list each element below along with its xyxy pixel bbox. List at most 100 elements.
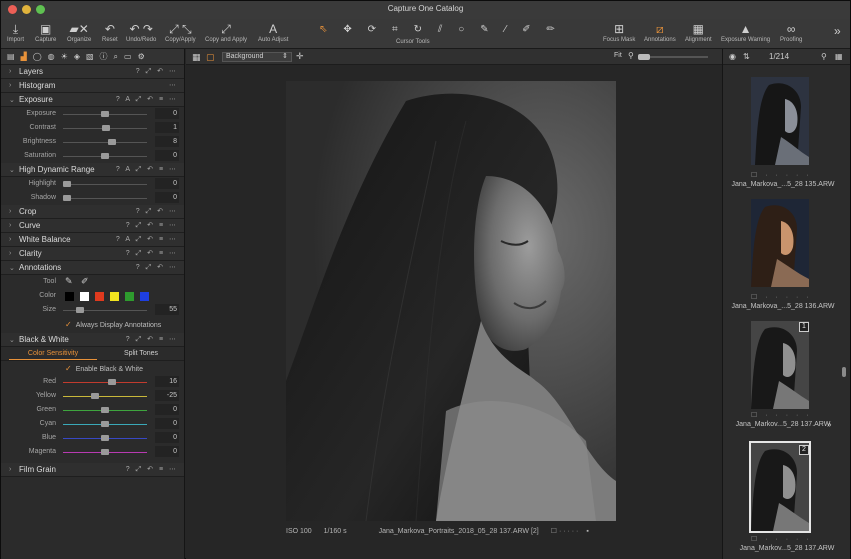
layer-select[interactable]: Background ⇕ <box>222 52 292 62</box>
main-photo[interactable] <box>286 81 616 521</box>
adjustments-tab-icon[interactable]: ▟ <box>21 52 27 61</box>
slider-handle[interactable] <box>63 195 72 201</box>
alignment-button[interactable]: ▦ Alignment <box>685 21 712 43</box>
chevron-right-icon[interactable]: » <box>827 420 831 429</box>
grid-view-icon[interactable]: ▦ <box>192 52 201 63</box>
pan-icon[interactable]: ✥ <box>343 24 351 35</box>
slider-track[interactable] <box>63 111 147 117</box>
enable-bw-checkbox[interactable]: ✓ Enable Black & White <box>65 364 143 373</box>
slider-track[interactable] <box>63 195 147 201</box>
focus-mask-button[interactable]: ⊞ Focus Mask <box>603 21 635 43</box>
slider-handle[interactable] <box>101 449 109 455</box>
curve-section-header[interactable]: › Curve? ⤢ ↶ ≡ ⋯ <box>1 219 184 233</box>
reset-button[interactable]: ↶ Reset <box>102 21 118 43</box>
rating-stars[interactable]: ☐ · · · · · <box>751 171 831 179</box>
details-tab-icon[interactable]: ◈ <box>74 52 80 61</box>
copy-and-apply-button[interactable]: ⤢ Copy and Apply <box>205 21 247 43</box>
slider-handle[interactable] <box>101 407 109 413</box>
black-white-section-header[interactable]: ⌄ Black & White? ⤢ ↶ ≡ ⋯ <box>1 333 184 347</box>
slider-track[interactable] <box>63 181 147 187</box>
slider-value[interactable]: 1 <box>155 122 179 133</box>
hdr-section-header[interactable]: ⌄ High Dynamic Range? A ⤢ ↶ ≡ ⋯ <box>1 163 184 177</box>
slider-value[interactable]: 0 <box>155 404 179 415</box>
color-tag-icon[interactable]: ▪ <box>586 528 588 535</box>
brush-icon[interactable]: ✎ <box>480 24 488 35</box>
picker-icon[interactable]: ✐ <box>522 24 530 35</box>
pen-icon[interactable]: ✎ <box>65 276 73 287</box>
always-display-checkbox[interactable]: ✓ Always Display Annotations <box>65 320 161 329</box>
size-value[interactable]: 55 <box>155 304 179 315</box>
color-swatch[interactable] <box>95 292 104 301</box>
color-swatch[interactable] <box>110 292 119 301</box>
rating-stars[interactable]: ☐ · · · · · <box>551 528 579 535</box>
browser-scrollbar[interactable] <box>842 367 846 377</box>
tab-color-sensitivity[interactable]: Color Sensitivity <box>9 347 97 360</box>
slider-value[interactable]: 0 <box>155 108 179 119</box>
undo-redo-button[interactable]: ↶ ↷ Undo/Redo <box>126 21 156 43</box>
capture-button[interactable]: ▣ Capture <box>35 21 56 43</box>
section-tools[interactable]: ? ⤢ ↶ ⋯ <box>136 207 178 216</box>
tab-split-tones[interactable]: Split Tones <box>99 347 183 360</box>
slider-value[interactable]: -25 <box>155 390 179 401</box>
section-tools[interactable]: ? ⤢ ↶ ⋯ <box>136 263 178 272</box>
color-swatch[interactable] <box>80 292 89 301</box>
slider-value[interactable]: 0 <box>155 178 179 189</box>
color-tab-icon[interactable]: ◍ <box>48 52 55 61</box>
slider-value[interactable]: 8 <box>155 136 179 147</box>
section-tools[interactable]: ? ⤢ ↶ ≡ ⋯ <box>126 335 178 344</box>
color-swatch[interactable] <box>125 292 134 301</box>
grid-icon[interactable]: ▦ <box>835 52 843 61</box>
close-button[interactable] <box>8 5 17 14</box>
section-tools[interactable]: ? ⤢ ↶ ≡ ⋯ <box>126 221 178 230</box>
import-button[interactable]: ⤓ Import <box>7 21 24 43</box>
search-tab-icon[interactable]: ⌕ <box>114 52 118 62</box>
output-tab-icon[interactable]: ▭ <box>124 52 132 61</box>
film-grain-section-header[interactable]: › Film Grain? ⤢ ↶ ≡ ⋯ <box>1 463 184 477</box>
clarity-section-header[interactable]: › Clarity? ⤢ ↶ ≡ ⋯ <box>1 247 184 261</box>
slider-value[interactable]: 0 <box>155 418 179 429</box>
annotations-button[interactable]: ⧄ Annotations <box>644 21 676 43</box>
section-tools[interactable]: ⋯ <box>169 81 178 89</box>
section-tools[interactable]: ? ⤢ ↶ ⋯ <box>136 67 178 76</box>
slider-handle[interactable] <box>107 139 116 145</box>
zoom-slider-handle[interactable] <box>638 54 650 60</box>
slider-value[interactable]: 0 <box>155 446 179 457</box>
organize-button[interactable]: ▰✕ Organize <box>67 21 91 43</box>
crop-section-header[interactable]: › Crop? ⤢ ↶ ⋯ <box>1 205 184 219</box>
slider-handle[interactable] <box>101 421 109 427</box>
zoom-button[interactable] <box>36 5 45 14</box>
spot-icon[interactable]: ○ <box>458 24 464 35</box>
keystone-icon[interactable]: ⫽ <box>438 24 442 35</box>
gradient-icon[interactable]: ⁄ <box>505 24 507 35</box>
search-icon[interactable]: ⚲ <box>821 52 827 61</box>
color-swatch[interactable] <box>65 292 74 301</box>
layers-section-header[interactable]: › Layers? ⤢ ↶ ⋯ <box>1 65 184 79</box>
sort-icon[interactable]: ⇅ <box>743 52 750 61</box>
proofing-button[interactable]: ∞ Proofing <box>780 21 802 43</box>
slider-handle[interactable] <box>90 393 99 399</box>
section-tools[interactable]: ? A ⤢ ↶ ≡ ⋯ <box>116 235 178 244</box>
lens-tab-icon[interactable]: ◯ <box>33 52 42 61</box>
auto-adjust-button[interactable]: A Auto Adjust <box>258 21 288 43</box>
slider-handle[interactable] <box>101 435 109 441</box>
slider-handle[interactable] <box>101 125 110 131</box>
crop-icon[interactable]: ⌗ <box>392 24 398 35</box>
exposure-tab-icon[interactable]: ☀ <box>61 52 68 61</box>
zoom-fit-label[interactable]: Fit <box>614 52 622 59</box>
copy-apply-button[interactable]: ⤢ ⤡ Copy/Apply <box>165 21 196 43</box>
size-slider-track[interactable] <box>63 307 147 313</box>
thumbnail-image[interactable] <box>751 321 809 409</box>
slider-value[interactable]: 0 <box>155 432 179 443</box>
frame-view-icon[interactable]: ▢ <box>206 52 215 63</box>
section-tools[interactable]: ? ⤢ ↶ ≡ ⋯ <box>126 249 178 258</box>
library-tab-icon[interactable]: ▤ <box>7 52 15 61</box>
metadata-tab-icon[interactable]: ⓘ <box>100 51 108 62</box>
minimize-button[interactable] <box>22 5 31 14</box>
slider-track[interactable] <box>63 153 147 159</box>
slider-handle[interactable] <box>101 153 109 159</box>
slider-track[interactable] <box>63 435 147 441</box>
histogram-section-header[interactable]: › Histogram ⋯ <box>1 79 184 93</box>
slider-value[interactable]: 16 <box>155 376 179 387</box>
rotate-icon[interactable]: ⟳ <box>368 24 376 35</box>
white-balance-section-header[interactable]: › White Balance? A ⤢ ↶ ≡ ⋯ <box>1 233 184 247</box>
